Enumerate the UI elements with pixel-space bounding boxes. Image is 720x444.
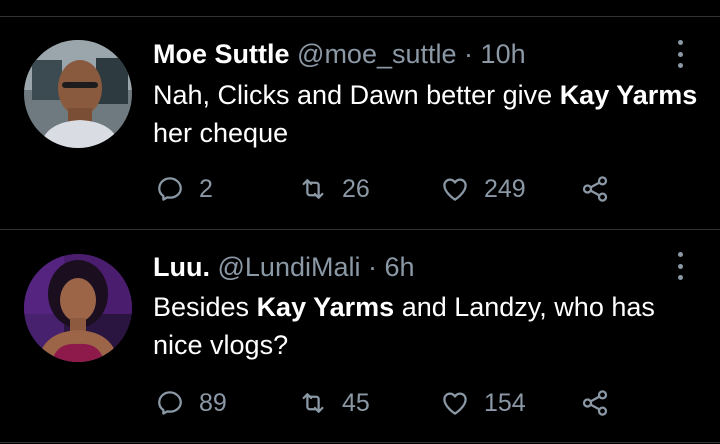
reply-count: 2 [199,174,213,203]
tweet-text: Besides Kay Yarms and Landzy, who has ni… [153,288,703,364]
timestamp[interactable]: 10h [481,39,526,69]
author-name[interactable]: Moe Suttle [153,39,290,69]
action-bar: 89 45 154 [153,386,633,420]
retweet-count: 45 [342,388,370,417]
author-handle[interactable]: @moe_suttle [297,39,456,69]
tweet-text-bold: Kay Yarms [559,80,698,110]
share-button[interactable] [580,172,624,206]
tweet-divider [0,229,720,230]
retweet-button[interactable]: 26 [298,172,370,206]
bottom-divider [0,442,720,443]
author-handle[interactable]: @LundiMali [218,252,361,282]
author-name[interactable]: Luu. [153,252,210,282]
retweet-icon [302,393,324,413]
reply-button[interactable]: 89 [155,386,227,420]
reply-icon [158,177,182,201]
action-bar: 2 26 249 [153,172,633,206]
tweet-text-part: Nah, Clicks and Dawn better give [153,80,560,110]
like-button[interactable]: 249 [440,172,526,206]
share-icon [582,390,608,416]
more-options-icon[interactable] [672,40,688,68]
more-options-icon[interactable] [672,252,688,280]
retweet-count: 26 [342,174,370,203]
like-button[interactable]: 154 [440,386,526,420]
retweet-button[interactable]: 45 [298,386,370,420]
tweet-text-bold: Kay Yarms [256,292,395,322]
share-icon [582,176,608,202]
top-divider [0,16,720,17]
reply-count: 89 [199,388,227,417]
tweet-text-part: Besides [153,292,257,322]
separator-dot: · [464,39,474,69]
heart-icon [443,178,467,201]
tweet-header: Moe Suttle @moe_suttle · 10h [153,38,526,70]
like-count: 249 [484,174,526,203]
tweet-text-part: her cheque [153,118,289,148]
timestamp[interactable]: 6h [385,252,415,282]
avatar[interactable] [24,254,132,362]
tweet-header: Luu. @LundiMali · 6h [153,251,415,283]
reply-button[interactable]: 2 [155,172,213,206]
share-button[interactable] [580,386,624,420]
separator-dot: · [368,252,377,282]
tweet-text: Nah, Clicks and Dawn better give Kay Yar… [153,76,703,152]
retweet-icon [302,179,324,199]
heart-icon [443,392,467,415]
avatar[interactable] [24,40,132,148]
reply-icon [158,391,182,415]
like-count: 154 [484,388,526,417]
